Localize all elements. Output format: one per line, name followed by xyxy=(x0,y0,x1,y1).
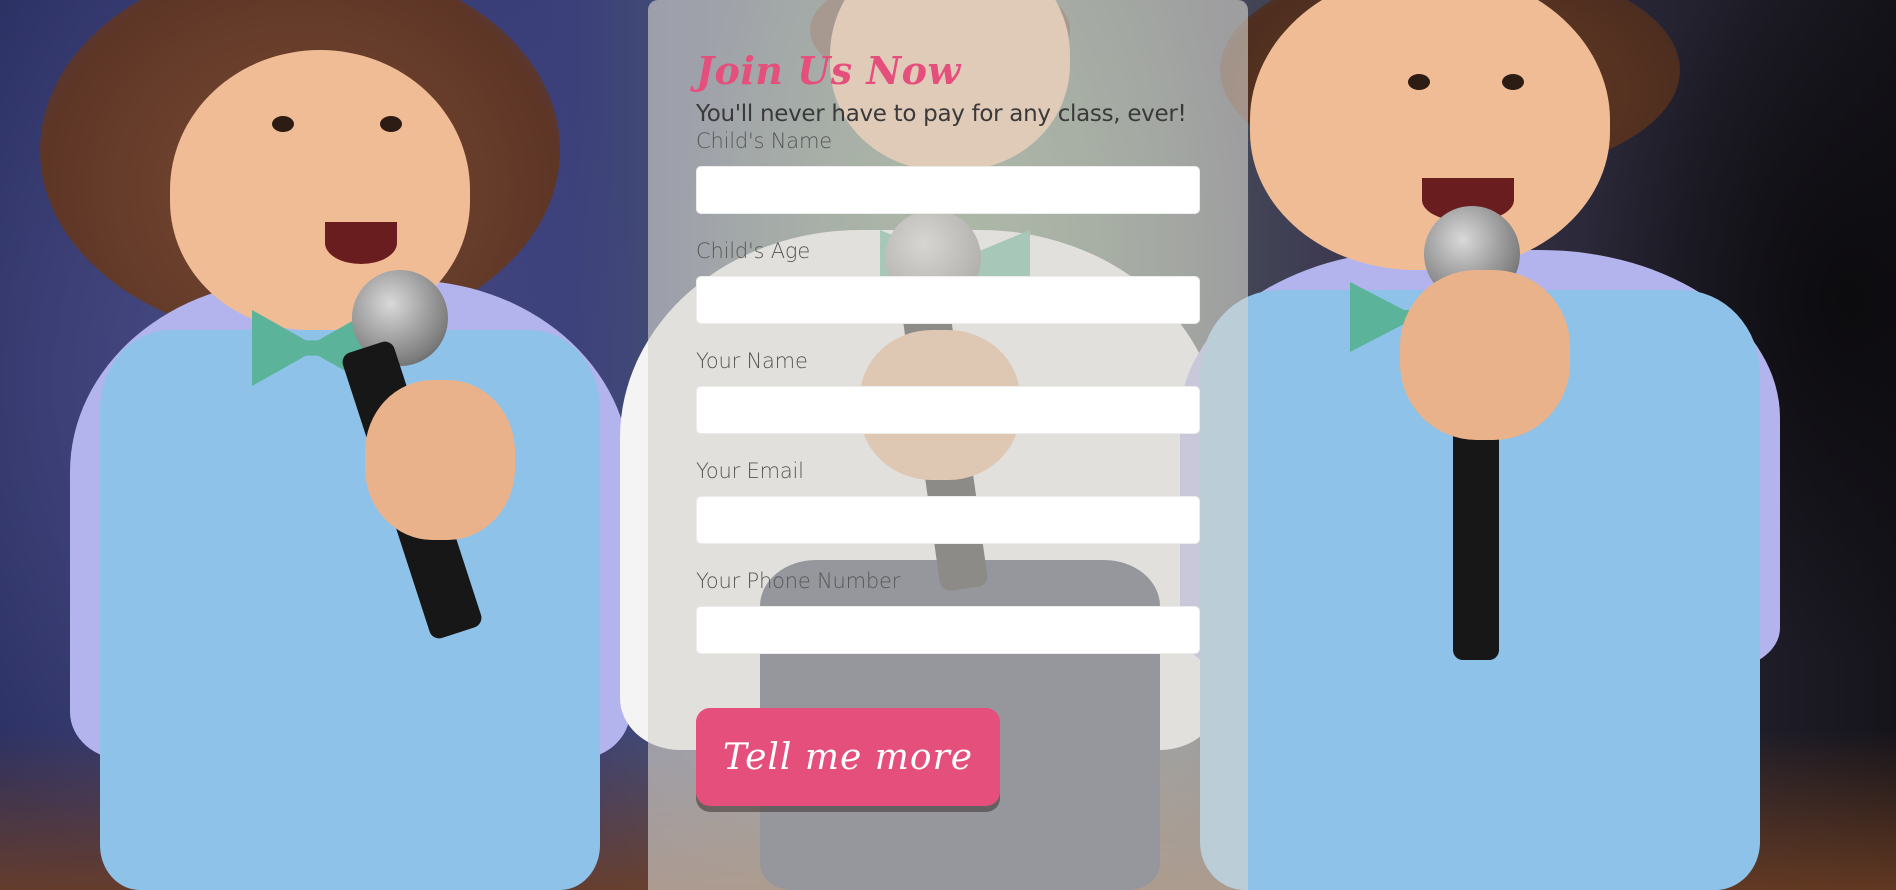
signup-form-panel: Join Us Now You'll never have to pay for… xyxy=(648,0,1248,890)
child-age-label: Child's Age xyxy=(696,239,811,263)
your-name-input[interactable] xyxy=(696,386,1200,434)
phone-number-input[interactable] xyxy=(696,606,1200,654)
child-name-input[interactable] xyxy=(696,166,1200,214)
your-name-field-group: Your Name xyxy=(696,348,1200,434)
form-subtitle: You'll never have to pay for any class, … xyxy=(696,101,1187,127)
tell-me-more-button[interactable]: Tell me more xyxy=(696,708,1000,806)
your-name-label: Your Name xyxy=(696,349,808,373)
your-email-field-group: Your Email xyxy=(696,458,1200,544)
your-email-input[interactable] xyxy=(696,496,1200,544)
child-right-image xyxy=(1160,0,1800,890)
child-left-image xyxy=(40,0,640,890)
your-email-label: Your Email xyxy=(696,459,804,483)
child-name-label: Child's Name xyxy=(696,129,832,153)
form-title: Join Us Now xyxy=(696,48,961,93)
child-name-field-group: Child's Name xyxy=(696,128,1200,214)
phone-number-field-group: Your Phone Number xyxy=(696,568,1200,654)
child-age-field-group: Child's Age xyxy=(696,238,1200,324)
child-age-input[interactable] xyxy=(696,276,1200,324)
phone-number-label: Your Phone Number xyxy=(696,569,901,593)
